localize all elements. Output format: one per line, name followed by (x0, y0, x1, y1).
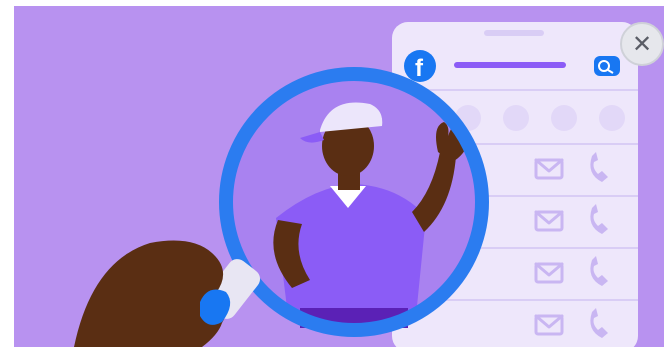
illustration: f (14, 6, 664, 347)
close-icon: ✕ (631, 30, 653, 58)
facebook-logo-glyph: f (415, 55, 424, 82)
illustration-svg: f (74, 22, 638, 347)
close-button[interactable]: ✕ (620, 22, 664, 66)
magnifying-glass (219, 67, 489, 337)
facebook-logo-icon: f (404, 50, 436, 82)
promo-card: f ✕ (0, 0, 664, 355)
